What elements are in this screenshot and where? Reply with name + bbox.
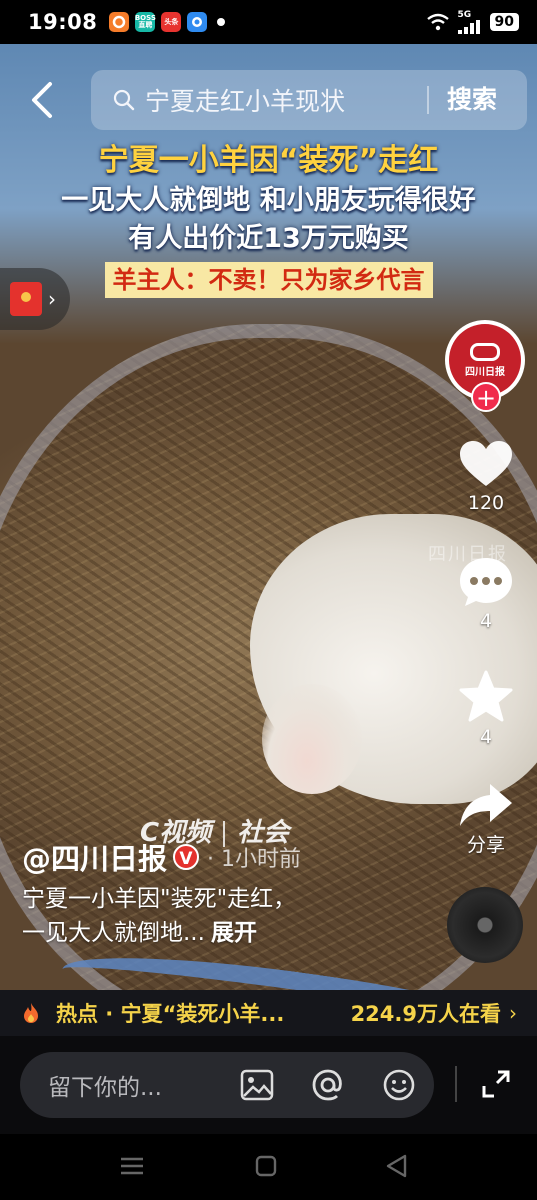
search-divider xyxy=(427,86,429,114)
description-line1: 宁夏一小羊因"装死"走红， xyxy=(22,886,297,912)
lamb-face xyxy=(262,684,362,794)
comment-count: 4 xyxy=(479,610,493,632)
fullscreen-icon[interactable] xyxy=(480,1068,512,1100)
heart-icon xyxy=(460,441,512,486)
avatar-text: 四川日报 xyxy=(465,366,505,378)
system-nav-bar xyxy=(0,1134,537,1200)
headline-highlight: 羊主人：不卖！只为家乡代言 xyxy=(104,262,433,298)
home-icon[interactable] xyxy=(252,1152,280,1180)
back-triangle-icon[interactable] xyxy=(383,1152,411,1180)
wifi-icon xyxy=(426,13,449,31)
cellular-signal: 5G xyxy=(457,10,482,34)
music-disc-icon[interactable] xyxy=(447,887,523,963)
red-envelope-icon xyxy=(10,282,42,316)
video-description[interactable]: 宁夏一小羊因"装死"走红， 一见大人就倒地... 展开 xyxy=(22,882,296,950)
headline-line3: 有人出价近13万元购买 xyxy=(128,223,409,254)
red-envelope-button[interactable]: › xyxy=(0,268,70,330)
comment-button[interactable]: 4 xyxy=(455,556,517,632)
follow-button[interactable]: + xyxy=(471,382,501,412)
comment-bar-divider xyxy=(455,1066,457,1102)
notification-icons: BOSS直聘 头条 xyxy=(109,12,226,32)
emoji-icon[interactable] xyxy=(382,1068,416,1102)
battery-level: 90 xyxy=(489,13,519,31)
watching-count: 224.9万人在看 xyxy=(350,1002,501,1026)
search-button[interactable]: 搜索 xyxy=(447,70,497,130)
share-label: 分享 xyxy=(466,834,505,856)
chevron-left-icon xyxy=(32,82,52,118)
search-bar[interactable]: 宁夏走红小羊现状 搜索 xyxy=(91,70,527,130)
status-time: 19:08 xyxy=(28,10,98,34)
share-icon xyxy=(460,784,512,826)
chevron-right-icon: › xyxy=(48,287,56,311)
comment-input[interactable]: 留下你的... xyxy=(20,1052,434,1118)
verified-badge-icon: V xyxy=(173,844,200,870)
flame-icon xyxy=(24,1003,38,1023)
status-bar: 19:08 BOSS直聘 头条 5G 90 xyxy=(0,0,537,44)
boss-zhipin-icon: BOSS直聘 xyxy=(135,12,156,32)
favorite-button[interactable]: 4 xyxy=(455,670,517,748)
like-count: 120 xyxy=(467,492,505,514)
mention-icon[interactable] xyxy=(311,1068,345,1102)
more-notifications-dot xyxy=(217,18,226,26)
comment-bar: 留下你的... xyxy=(0,1036,537,1134)
app-notification-icon xyxy=(109,12,130,32)
signal-bars-icon xyxy=(457,20,480,34)
like-button[interactable]: 120 xyxy=(455,440,517,514)
video-headline: 宁夏一小羊因“装死”走红 一见大人就倒地 和小朋友玩得很好 有人出价近13万元购… xyxy=(0,140,537,298)
comment-placeholder: 留下你的... xyxy=(48,1075,162,1101)
favorite-count: 4 xyxy=(479,726,493,748)
image-icon[interactable] xyxy=(240,1068,274,1102)
headline-title: 宁夏一小羊因“装死”走红 xyxy=(98,143,439,178)
search-input[interactable]: 宁夏走红小羊现状 xyxy=(145,82,345,118)
headline-line2: 一见大人就倒地 和小朋友玩得很好 xyxy=(61,185,476,216)
hot-topic-bar[interactable]: 热点 · 宁夏“装死小羊... 224.9万人在看 › xyxy=(0,990,537,1036)
expand-link[interactable]: 展开 xyxy=(211,920,257,946)
network-type: 5G xyxy=(457,10,472,20)
author-name[interactable]: @四川日报 xyxy=(22,836,167,878)
description-line2: 一见大人就倒地... xyxy=(22,920,205,946)
logo-mark-icon xyxy=(470,342,500,361)
menu-icon[interactable] xyxy=(118,1152,146,1180)
star-icon xyxy=(459,670,513,722)
back-button[interactable] xyxy=(22,78,62,122)
browser-notification-icon xyxy=(187,12,208,32)
author-row: @四川日报 V · 1小时前 xyxy=(22,836,301,878)
search-icon xyxy=(113,89,135,111)
toutiao-icon: 头条 xyxy=(161,12,182,32)
chevron-right-icon: › xyxy=(509,1001,517,1025)
hot-topic-text: 热点 · 宁夏“装死小羊... xyxy=(56,1002,285,1026)
comment-icon xyxy=(460,558,512,606)
share-button[interactable]: 分享 xyxy=(455,782,517,857)
post-time: · 1小时前 xyxy=(207,847,301,872)
